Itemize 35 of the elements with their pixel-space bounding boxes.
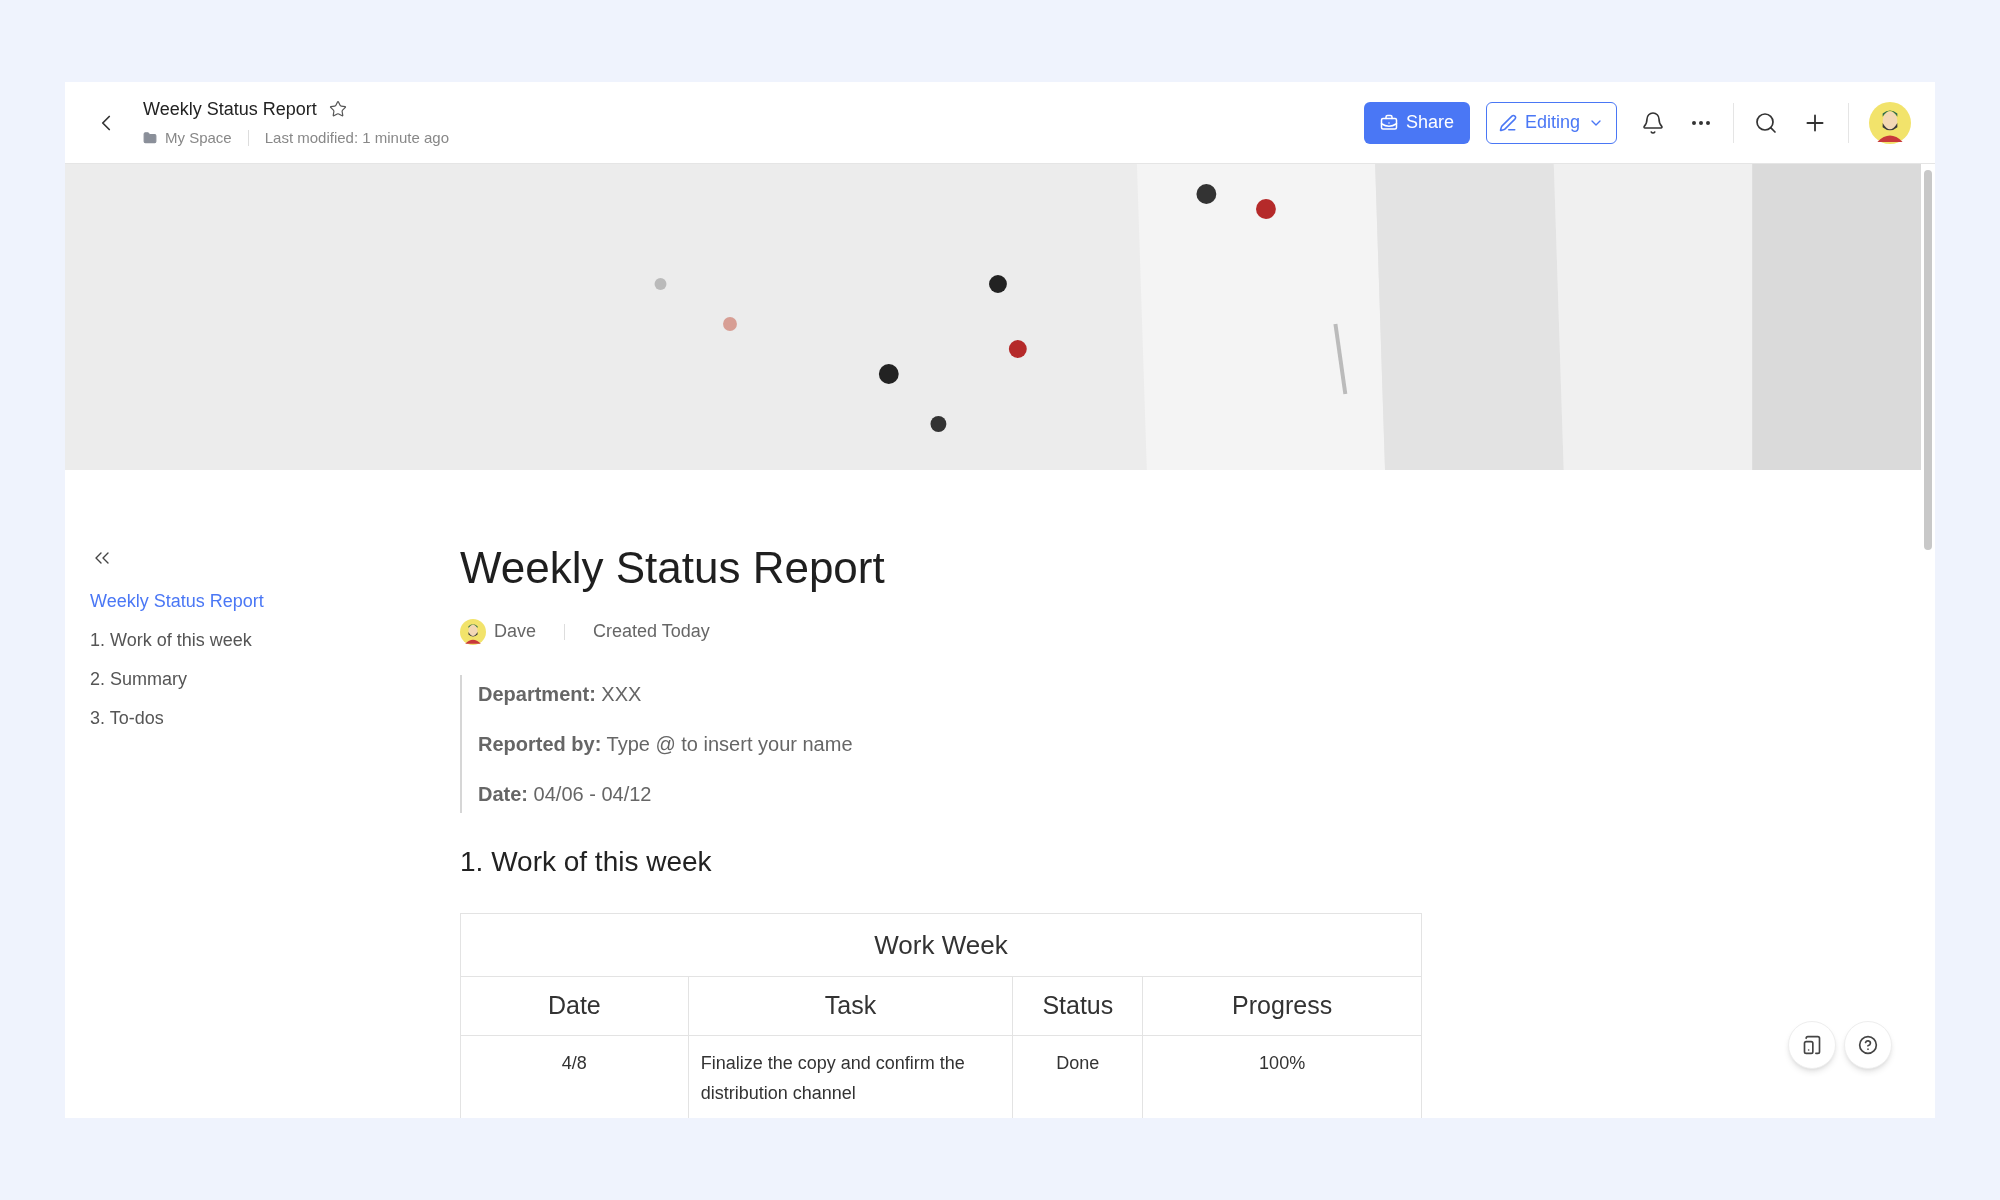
table-cell: 4/8 [460,1035,689,1118]
outline-item[interactable]: 3. To-dos [90,699,164,738]
document-title: Weekly Status Report [143,97,317,121]
comments-button[interactable] [1788,1021,1836,1069]
search-icon[interactable] [1754,110,1778,135]
section-heading: 1. Work of this week [460,845,713,879]
outline-item[interactable]: 1. Work of this week [90,621,252,660]
author-name: Dave [494,620,537,643]
folder-icon [143,131,157,145]
outline-item[interactable]: 2. Summary [90,660,188,699]
device-icon [1802,1035,1822,1055]
user-avatar[interactable] [1869,101,1911,144]
briefcase-icon [1379,113,1398,132]
notification-bell-icon[interactable] [1641,110,1665,135]
last-modified: Last modified: 1 minute ago [264,127,449,148]
outline-item[interactable]: Weekly Status Report [90,582,264,621]
share-button[interactable]: Share [1363,101,1470,144]
column-header: Progress [1142,976,1422,1036]
star-icon[interactable] [328,100,347,119]
info-line: Date: 04/06 - 04/12 [478,782,653,807]
table-caption: Work Week [460,913,1422,977]
column-header: Status [1012,976,1143,1036]
editing-dropdown[interactable]: Editing [1485,101,1617,144]
created-date: Created Today [593,620,710,643]
scrollbar[interactable] [1924,170,1932,550]
breadcrumb-link[interactable]: My Space [165,126,232,150]
page-title: Weekly Status Report [460,542,886,594]
info-line: Reported by: Type @ to insert your name [478,732,854,757]
help-icon [1858,1035,1878,1055]
column-header: Date [460,976,689,1036]
help-button[interactable] [1844,1021,1892,1069]
column-header: Task [688,976,1013,1036]
info-line: Department: XXX [478,682,643,707]
author-avatar [460,618,486,645]
pen-icon [1498,113,1517,132]
